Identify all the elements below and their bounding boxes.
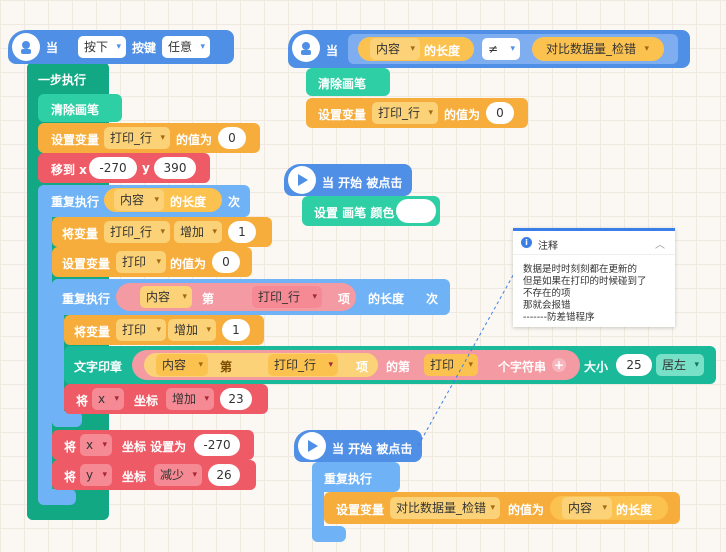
chevron-up-icon[interactable]: ︿ bbox=[655, 236, 665, 251]
note-line: -------防差错程序 bbox=[523, 312, 595, 323]
comment-note[interactable]: i 注释 ︿ 数据是时时刻刻都在更新的 但是如果在打印的时候碰到了 不存在的项 … bbox=[513, 228, 675, 327]
info-icon: i bbox=[521, 237, 532, 248]
note-title: 注释 bbox=[538, 241, 558, 252]
